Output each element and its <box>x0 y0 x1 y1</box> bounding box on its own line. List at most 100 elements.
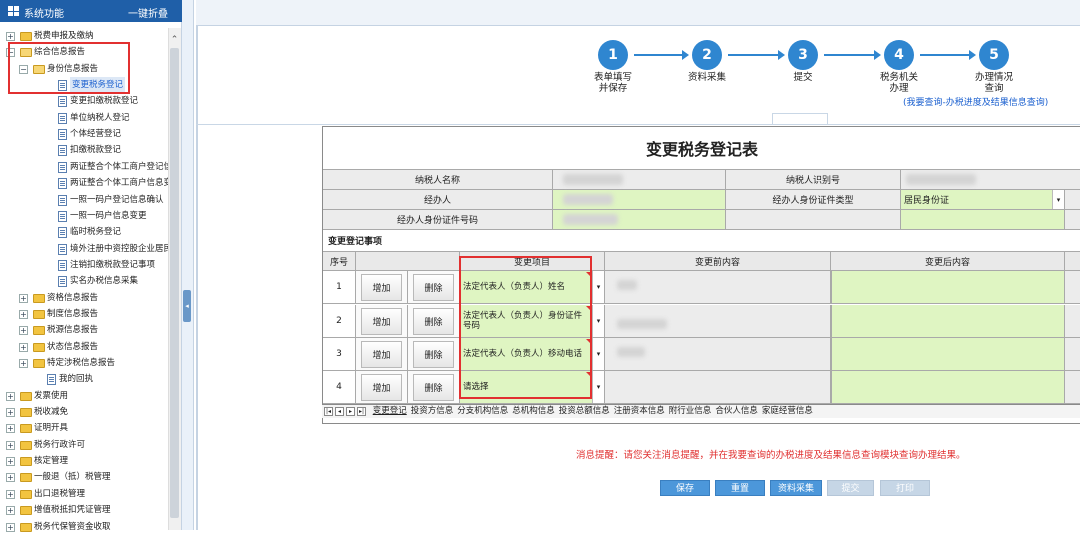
chevron-down-icon[interactable]: ▾ <box>592 271 604 303</box>
sheet-tab[interactable]: 注册资本信息 <box>614 405 665 418</box>
sidebar-item[interactable]: + 一般退（抵）税管理 <box>0 469 168 485</box>
expand-icon[interactable]: + <box>19 342 28 352</box>
add-label[interactable]: 增加 <box>361 340 402 368</box>
chevron-down-icon[interactable]: ▾ <box>592 371 604 403</box>
sidebar-item[interactable]: + 增值税抵扣凭证管理 <box>0 502 168 518</box>
sidebar-item[interactable]: 注销扣缴税款登记事项 <box>0 257 168 273</box>
delete-label[interactable]: 删除 <box>413 340 454 368</box>
collapse-sidebar-icon[interactable]: ◂ <box>183 290 191 322</box>
sidebar-item[interactable]: 临时税务登记 <box>0 224 168 240</box>
expand-icon[interactable]: + <box>19 326 28 336</box>
filler-cell <box>1065 210 1080 230</box>
sidebar-item[interactable]: + 证明开具 <box>0 420 168 436</box>
sidebar-item[interactable]: 变更扣缴税款登记 <box>0 93 168 109</box>
sheet-tab[interactable]: 变更登记 <box>373 405 407 418</box>
sidebar-item[interactable]: + 核定管理 <box>0 453 168 469</box>
expand-icon[interactable]: + <box>19 309 28 319</box>
print-button[interactable]: 打印 <box>880 480 930 496</box>
agent-id-type-select[interactable]: 居民身份证 ▾ <box>901 190 1065 210</box>
last-sheet-icon[interactable]: ▸| <box>357 407 366 416</box>
sidebar-item[interactable]: + 制度信息报告 <box>0 306 168 322</box>
expand-icon[interactable]: + <box>6 440 15 450</box>
delete-row-button[interactable]: 删除 <box>408 338 460 371</box>
add-label[interactable]: 增加 <box>361 307 402 335</box>
sidebar-item[interactable]: 单位纳税人登记 <box>0 110 168 126</box>
add-label[interactable]: 增加 <box>361 273 402 301</box>
expand-icon[interactable]: + <box>6 424 15 434</box>
after-content-input[interactable] <box>831 371 1065 404</box>
sidebar-item[interactable]: 一照一码户信息变更 <box>0 208 168 224</box>
collect-button[interactable]: 资料采集 <box>770 480 822 496</box>
expand-icon[interactable]: + <box>6 506 15 516</box>
sidebar-item[interactable]: 我的回执 <box>0 371 168 387</box>
sidebar-item[interactable]: + 税务代保管资金收取 <box>0 519 168 535</box>
expand-icon[interactable]: + <box>6 489 15 499</box>
sheet-tab[interactable]: 附行业信息 <box>669 405 712 418</box>
chevron-down-icon[interactable]: ▾ <box>592 338 604 370</box>
delete-label[interactable]: 删除 <box>413 307 454 335</box>
delete-label[interactable]: 删除 <box>413 373 454 401</box>
query-progress-link[interactable]: (我要查询-办税进度及结果信息查询) <box>903 95 1048 108</box>
save-button[interactable]: 保存 <box>660 480 710 496</box>
sidebar-item[interactable]: + 资格信息报告 <box>0 290 168 306</box>
after-content-input[interactable] <box>831 271 1065 304</box>
add-row-button[interactable]: 增加 <box>356 271 408 304</box>
sidebar-item-label: 发票使用 <box>34 390 69 401</box>
sheet-tab[interactable]: 分支机构信息 <box>457 405 508 418</box>
scrollbar-thumb[interactable] <box>170 48 179 518</box>
agent-id-no-label: 经办人身份证件号码 <box>323 210 553 230</box>
submit-button[interactable]: 提交 <box>827 480 874 496</box>
first-sheet-icon[interactable]: |◂ <box>324 407 333 416</box>
sidebar-item[interactable]: 两证整合个体工商户登记信 <box>0 159 172 175</box>
sidebar-item[interactable]: + 出口退税管理 <box>0 486 168 502</box>
expand-icon[interactable]: + <box>19 293 28 303</box>
after-content-input[interactable] <box>831 305 1065 338</box>
agent-label: 经办人 <box>323 190 553 210</box>
agent-id-no-field[interactable] <box>553 210 726 230</box>
scroll-up-icon[interactable]: ⌃ <box>168 34 181 46</box>
add-row-button[interactable]: 增加 <box>356 371 408 404</box>
next-sheet-icon[interactable]: ▸ <box>346 407 355 416</box>
add-row-button[interactable]: 增加 <box>356 338 408 371</box>
add-label[interactable]: 增加 <box>361 373 402 401</box>
sidebar-item[interactable]: + 税务行政许可 <box>0 437 168 453</box>
after-content-input[interactable] <box>831 338 1065 371</box>
delete-label[interactable]: 删除 <box>413 273 454 301</box>
filler-cell <box>1065 271 1080 304</box>
sheet-tab[interactable]: 投资总额信息 <box>559 405 610 418</box>
agent-field[interactable] <box>553 190 726 210</box>
chevron-down-icon[interactable]: ▾ <box>592 305 604 337</box>
sidebar-item[interactable]: 一照一码户登记信息确认 <box>0 192 168 208</box>
sidebar-item[interactable]: 实名办税信息采集 <box>0 273 168 289</box>
sidebar-item[interactable]: 扣缴税款登记 <box>0 142 168 158</box>
chevron-down-icon[interactable]: ▾ <box>1052 190 1064 209</box>
empty-input-cell[interactable] <box>901 210 1065 230</box>
filler-cell <box>1065 305 1080 338</box>
expand-icon[interactable]: + <box>19 359 28 368</box>
sheet-tab[interactable]: 投资方信息 <box>411 405 454 418</box>
delete-row-button[interactable]: 删除 <box>408 305 460 338</box>
expand-icon[interactable]: + <box>6 391 15 401</box>
sheet-tab[interactable]: 总机构信息 <box>512 405 555 418</box>
expand-icon[interactable]: + <box>6 522 15 532</box>
delete-row-button[interactable]: 删除 <box>408 271 460 304</box>
prev-sheet-icon[interactable]: ◂ <box>335 407 344 416</box>
expand-icon[interactable]: + <box>6 408 15 418</box>
collapse-all-button[interactable]: 一键折叠 <box>128 5 168 20</box>
sidebar-item[interactable]: + 税收减免 <box>0 404 168 420</box>
delete-row-button[interactable]: 删除 <box>408 371 460 404</box>
sidebar-item[interactable]: 境外注册中资控股企业居民 <box>0 241 172 257</box>
sidebar-item[interactable]: + 发票使用 <box>0 388 168 404</box>
sidebar-item[interactable]: + 税源信息报告 <box>0 322 168 338</box>
sidebar-item[interactable]: + 状态信息报告 <box>0 339 168 355</box>
sidebar-item[interactable]: 个体经营登记 <box>0 126 168 142</box>
add-row-button[interactable]: 增加 <box>356 305 408 338</box>
expand-icon[interactable]: + <box>6 473 15 483</box>
expand-icon[interactable]: + <box>6 32 15 41</box>
reset-button[interactable]: 重置 <box>715 480 765 496</box>
sidebar-item[interactable]: + 特定涉税信息报告 <box>0 355 168 371</box>
expand-icon[interactable]: + <box>6 457 15 467</box>
sheet-tab[interactable]: 合伙人信息 <box>715 405 758 418</box>
sheet-tab[interactable]: 家庭经营信息 <box>762 405 813 418</box>
sidebar-item[interactable]: 两证整合个体工商户信息变 <box>0 175 172 191</box>
